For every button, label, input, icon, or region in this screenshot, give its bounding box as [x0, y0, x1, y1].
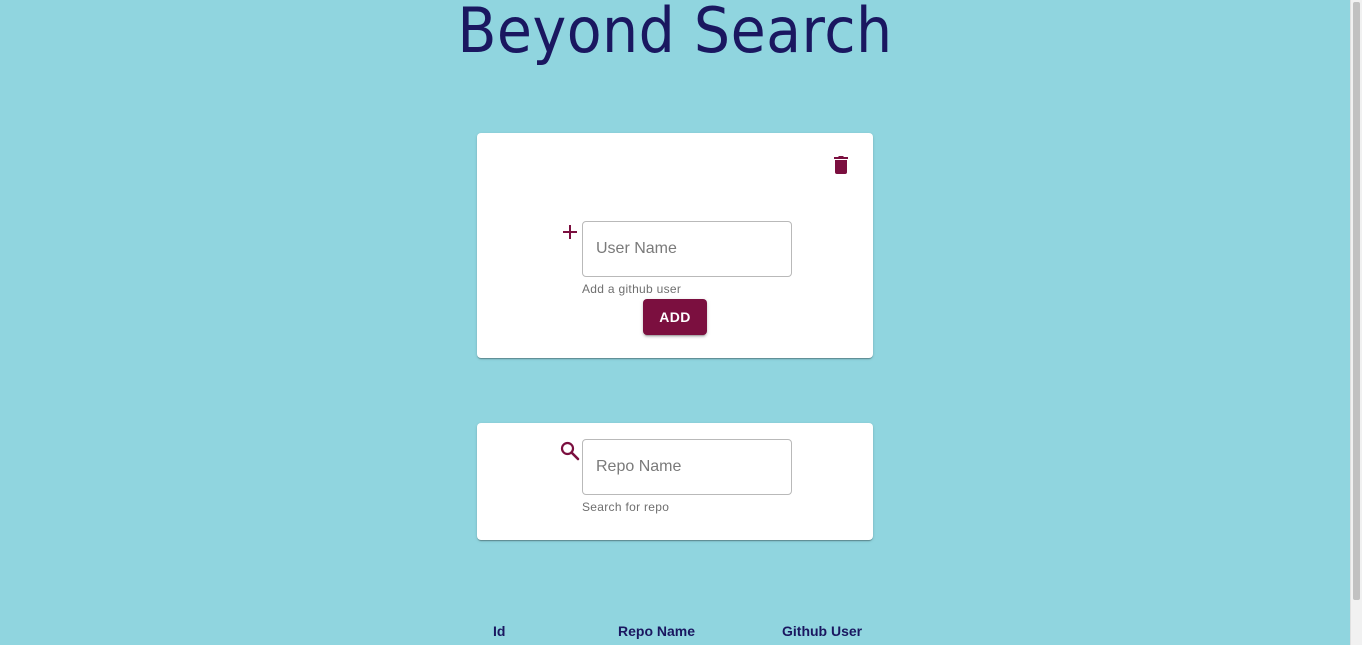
trash-icon-graphic	[834, 156, 848, 174]
column-header-github-user[interactable]: Github User	[782, 623, 862, 639]
user-name-helper-text: Add a github user	[582, 282, 682, 296]
repo-name-field[interactable]	[582, 439, 792, 495]
repo-name-input[interactable]	[583, 440, 791, 494]
add-button[interactable]: ADD	[643, 299, 707, 335]
column-header-repo-name[interactable]: Repo Name	[618, 623, 695, 639]
plus-icon-graphic	[563, 225, 577, 239]
search-repo-card: Search for repo	[477, 423, 873, 540]
search-icon	[559, 440, 581, 462]
search-icon-graphic	[560, 441, 580, 461]
column-header-id[interactable]: Id	[493, 623, 505, 639]
vertical-scrollbar[interactable]	[1350, 0, 1362, 645]
user-name-field[interactable]	[582, 221, 792, 277]
add-user-card: Add a github user ADD	[477, 133, 873, 358]
plus-icon	[561, 223, 579, 241]
results-table-header: Id Repo Name Github User	[477, 623, 873, 643]
user-name-input[interactable]	[583, 222, 791, 276]
repo-name-helper-text: Search for repo	[582, 500, 670, 514]
scrollbar-thumb[interactable]	[1353, 2, 1360, 600]
page: Beyond Search Add a github user ADD	[0, 0, 1350, 645]
page-title: Beyond Search	[457, 0, 893, 67]
trash-icon[interactable]	[832, 153, 850, 177]
